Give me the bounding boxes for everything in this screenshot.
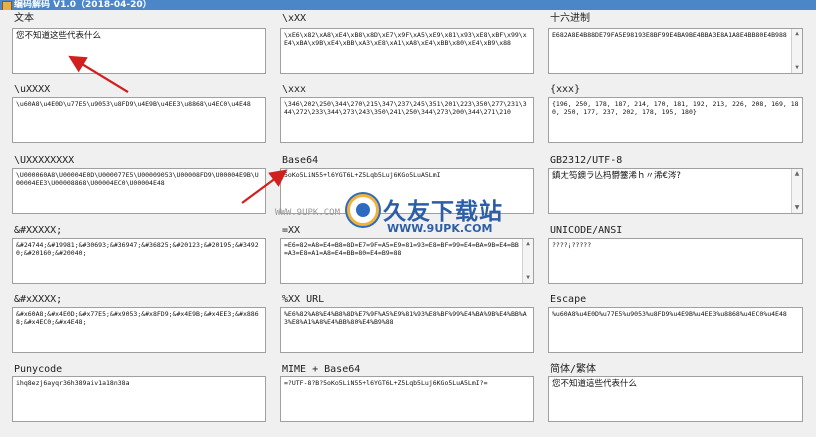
field-label-decimal-entity: &#XXXXX; — [14, 225, 63, 236]
hex-entity-field[interactable]: &#x60A8;&#x4E0D;&#x77E5;&#x9053;&#x8FD9;… — [12, 307, 266, 353]
field-label-unicode-ansi: UNICODE/ANSI — [550, 225, 623, 236]
unicode-escape-field[interactable]: \u60A8\u4E0D\u77E5\u9053\u8FD9\u4E9B\u4E… — [12, 97, 266, 143]
quoted-printable-field[interactable]: =E6=82=A8=E4=B8=8D=E7=9F=A5=E9=81=93=E8=… — [280, 238, 534, 284]
long-unicode-escape-field[interactable]: \U000060A8\U00004E0D\U000077E5\U00009053… — [12, 168, 266, 214]
field-label-mime-base64: MIME + Base64 — [282, 364, 361, 375]
watermark: WWW.9UPK.COM 久友下载站 WWW.9UPK.COM — [275, 190, 545, 240]
field-value: \u60A8\u4E0D\u77E5\u9053\u8FD9\u4E9B\u4E… — [16, 100, 251, 108]
field-value: \346\202\250\344\270\215\347\237\245\351… — [284, 100, 527, 116]
punycode-field[interactable]: ihq8ezj6ayqr36h389aiv1a18n38a — [12, 376, 266, 422]
field-value: 您不知道这些代表什么 — [16, 31, 102, 41]
byte-array-field[interactable]: {196, 250, 178, 187, 214, 170, 181, 192,… — [548, 97, 803, 143]
scrollbar[interactable]: ▲ ▼ — [522, 239, 533, 283]
scroll-up-icon[interactable]: ▲ — [523, 239, 533, 249]
field-label-long-unicode-escape: \UXXXXXXXX — [14, 155, 75, 166]
watermark-logo-icon — [347, 194, 379, 226]
title-bar: 编码解码 V1.0（2018-04-20） — [0, 0, 816, 10]
field-value: &#24744;&#19981;&#30693;&#36947;&#36825;… — [16, 241, 259, 257]
hex-escape-field[interactable]: \xE6\x82\xA8\xE4\xB8\x8D\xE7\x9F\xA5\xE9… — [280, 28, 534, 74]
field-label-hexadecimal: 十六进制 — [550, 13, 590, 24]
field-label-url-encode: %XX URL — [282, 294, 325, 305]
field-label-punycode: Punycode — [14, 364, 63, 375]
field-value: %E6%82%A8%E4%B8%8D%E7%9F%A5%E9%81%93%E8%… — [284, 310, 527, 326]
field-label-escape: Escape — [550, 294, 587, 305]
window-title: 编码解码 V1.0（2018-04-20） — [14, 0, 152, 10]
watermark-name: 久友下载站 — [383, 199, 503, 225]
field-value: {196, 250, 178, 187, 214, 170, 181, 192,… — [552, 100, 799, 116]
field-value: E682A8E4B88DE79FA5E98193E8BF99E4BA9BE4BB… — [552, 31, 787, 39]
escape-field[interactable]: %u60A8%u4E0D%u77E5%u9053%u8FD9%u4E9B%u4E… — [548, 307, 803, 353]
gb2312-utf8-field[interactable]: 鎮ㄤ笉鐭ラ亾杩欎簺浠ｈ〃浠€涔? ▲ ▼ — [548, 168, 803, 214]
watermark-site: WWW.9UPK.COM — [275, 208, 341, 218]
field-label-base64: Base64 — [282, 155, 319, 166]
unicode-ansi-field[interactable]: ????¡????? — [548, 238, 803, 284]
field-value: ihq8ezj6ayqr36h389aiv1a18n38a — [16, 379, 130, 387]
simplified-traditional-field[interactable]: 您不知道這些代表什么 — [548, 376, 803, 422]
field-value: ????¡????? — [552, 241, 592, 249]
field-value: 鎮ㄤ笉鐭ラ亾杩欎簺浠ｈ〃浠€涔? — [552, 171, 681, 181]
field-label-octal-escape: \xxx — [282, 84, 307, 95]
url-encode-field[interactable]: %E6%82%A8%E4%B8%8D%E7%9F%A5%E9%81%93%E8%… — [280, 307, 534, 353]
field-value: &#x60A8;&#x4E0D;&#x77E5;&#x9053;&#x8FD9;… — [16, 310, 259, 326]
field-value: 5oKo5LiN55+l6YGT6L+Z5Lqb5Luj6KGo5LuA5LmI — [284, 171, 441, 179]
decimal-entity-field[interactable]: &#24744;&#19981;&#30693;&#36947;&#36825;… — [12, 238, 266, 284]
field-label-gb2312-utf8: GB2312/UTF-8 — [550, 155, 623, 166]
field-label-hex-escape: \xXX — [282, 13, 307, 24]
field-label-unicode-escape: \uXXXX — [14, 84, 51, 95]
scroll-up-icon[interactable]: ▲ — [792, 29, 802, 39]
field-value: \U000060A8\U00004E0D\U000077E5\U00009053… — [16, 171, 259, 187]
hexadecimal-field[interactable]: E682A8E4B88DE79FA5E98193E8BF99E4BA9BE4BB… — [548, 28, 803, 74]
field-value: =E6=82=A8=E4=B8=8D=E7=9F=A5=E9=81=93=E8=… — [284, 241, 519, 257]
app-icon — [2, 1, 12, 10]
scrollbar[interactable]: ▲ ▼ — [791, 169, 802, 213]
scroll-up-icon[interactable]: ▲ — [792, 169, 802, 179]
field-value: 您不知道這些代表什么 — [552, 379, 638, 389]
scroll-down-icon[interactable]: ▼ — [523, 273, 533, 283]
field-label-hex-entity: &#xXXXX; — [14, 294, 63, 305]
text-input[interactable]: 您不知道这些代表什么 — [12, 28, 266, 74]
field-value: \xE6\x82\xA8\xE4\xB8\x8D\xE7\x9F\xA5\xE9… — [284, 31, 527, 47]
mime-base64-field[interactable]: =?UTF-8?B?5oKo5LiN55+l6YGT6L+Z5Lqb5Luj6K… — [280, 376, 534, 422]
field-value: =?UTF-8?B?5oKo5LiN55+l6YGT6L+Z5Lqb5Luj6K… — [284, 379, 488, 387]
field-label-byte-array: {xxx} — [550, 84, 581, 95]
field-label-simplified-traditional: 简体/繁体 — [550, 364, 597, 375]
watermark-url: WWW.9UPK.COM — [387, 222, 493, 235]
field-value: %u60A8%u4E0D%u77E5%u9053%u8FD9%u4E9B%u4E… — [552, 310, 787, 318]
field-label-text: 文本 — [14, 13, 34, 24]
scrollbar[interactable]: ▲ ▼ — [791, 29, 802, 73]
scroll-down-icon[interactable]: ▼ — [792, 63, 802, 73]
scroll-down-icon[interactable]: ▼ — [792, 203, 802, 213]
octal-escape-field[interactable]: \346\202\250\344\270\215\347\237\245\351… — [280, 97, 534, 143]
